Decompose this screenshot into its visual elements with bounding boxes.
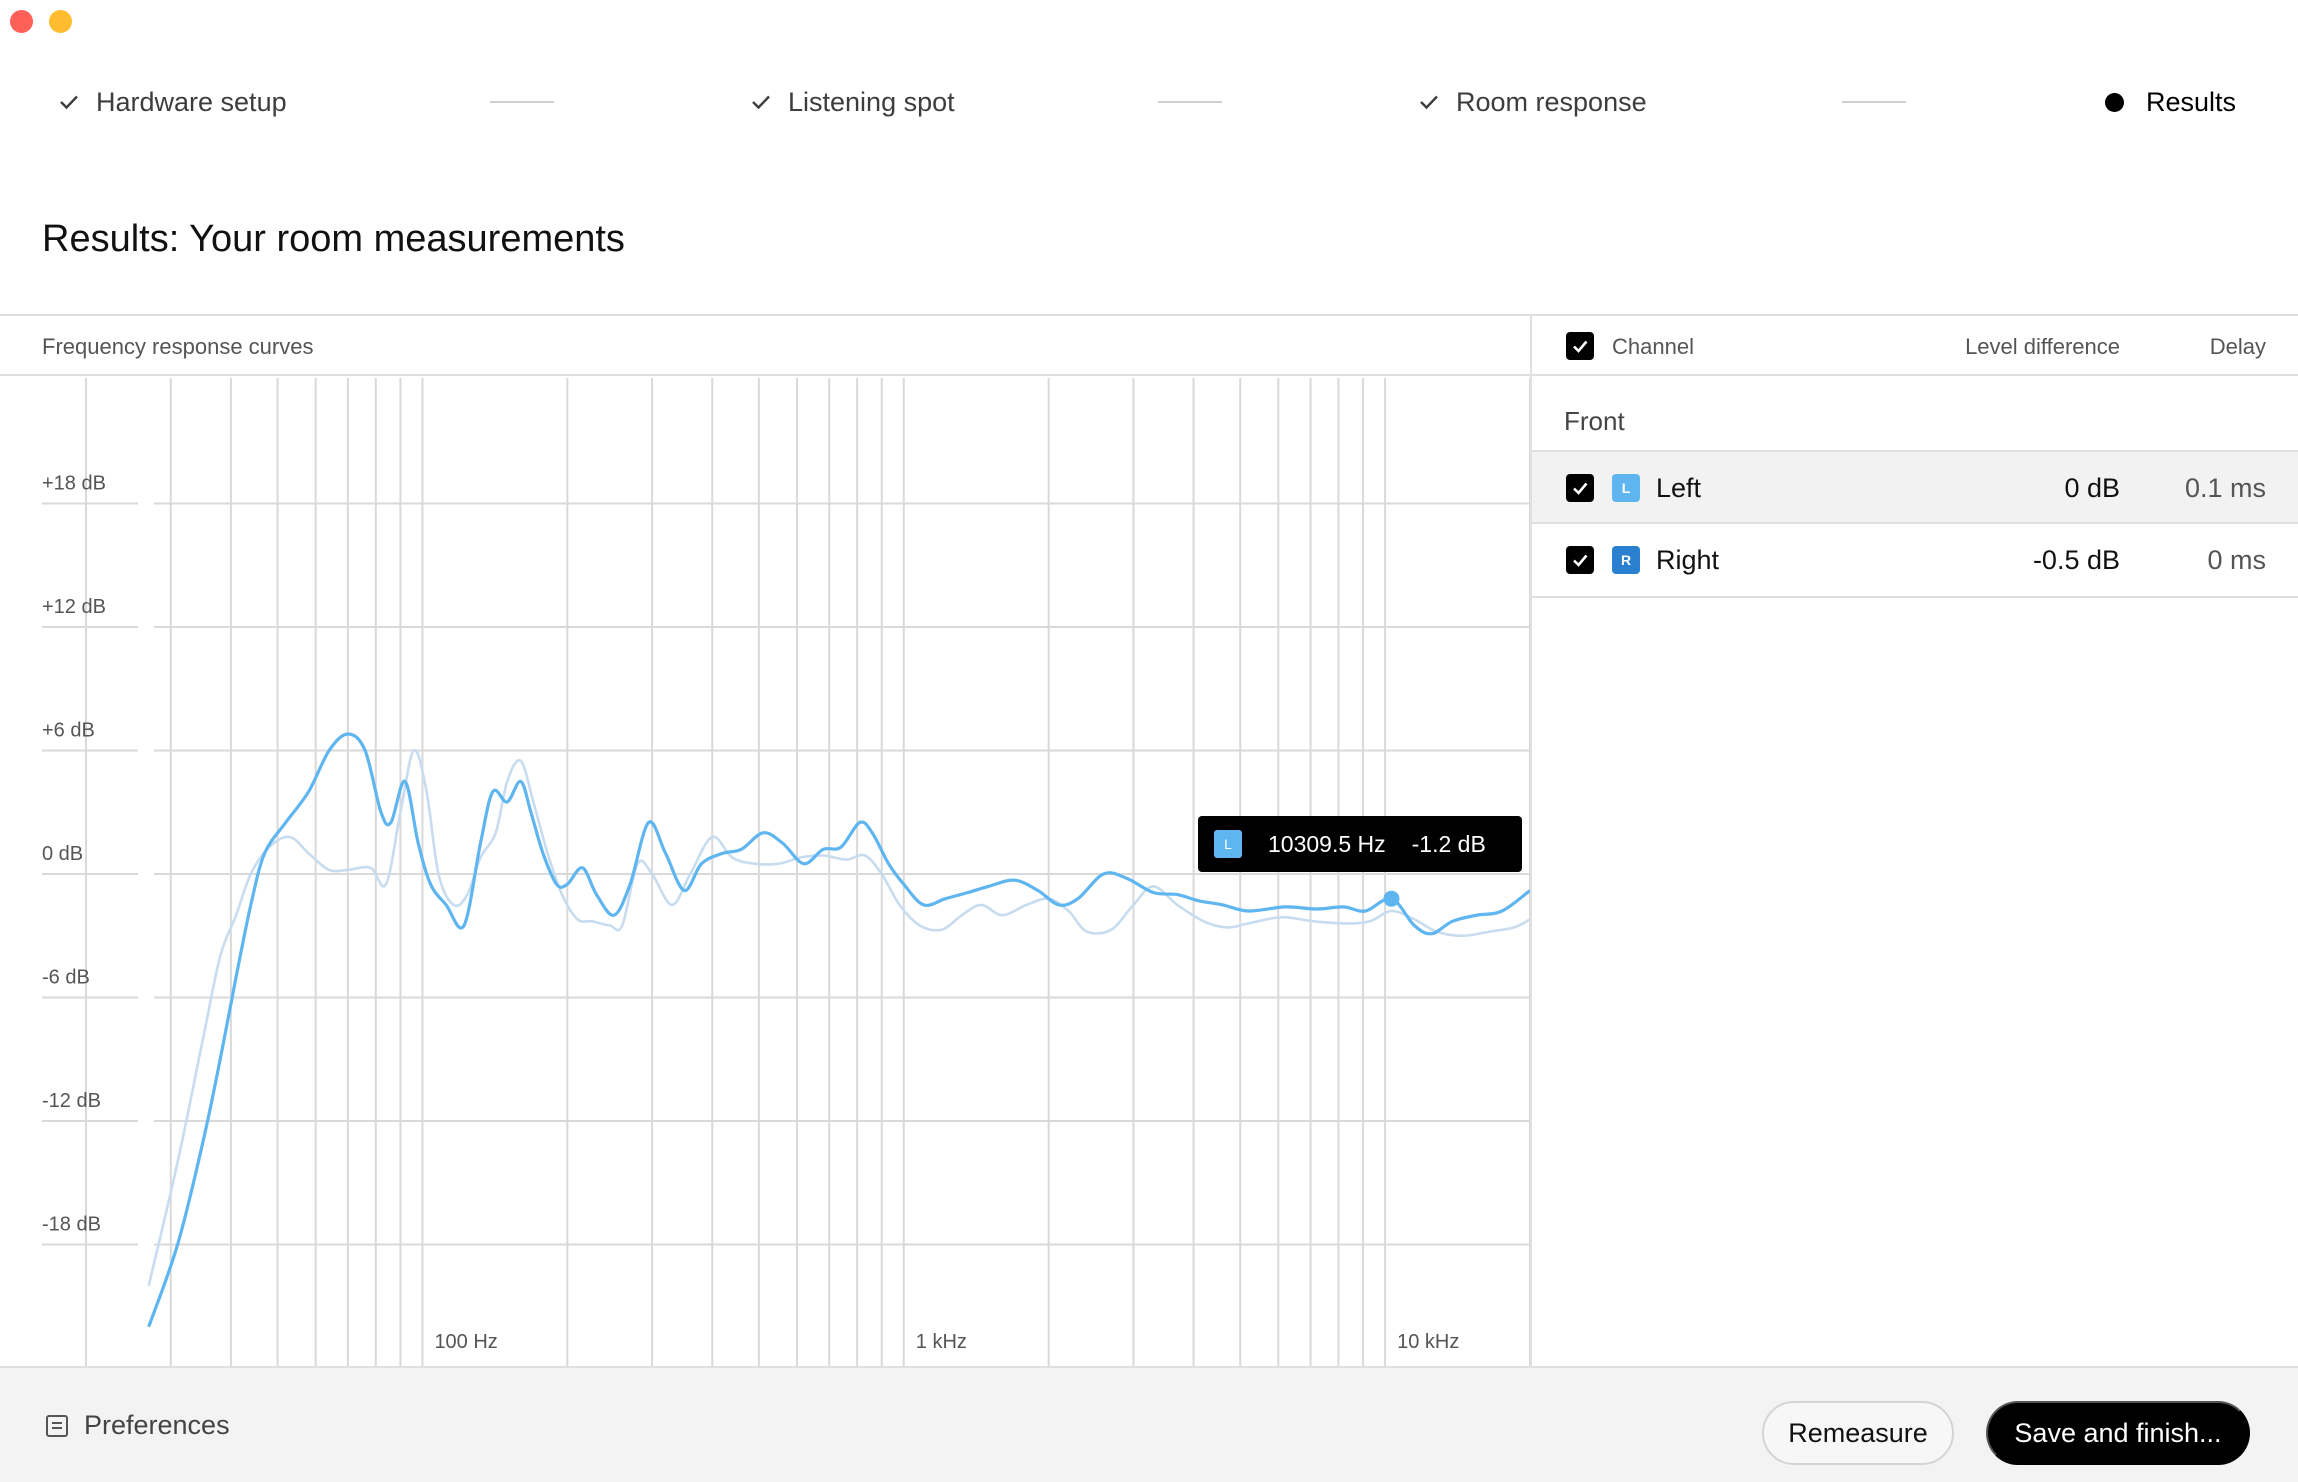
y-tick-label: +12 dB <box>42 596 106 618</box>
save-and-finish-button[interactable]: Save and finish... <box>1986 1401 2250 1465</box>
column-header-level: Level difference <box>1965 334 2120 359</box>
select-all-checkbox[interactable] <box>1566 332 1594 360</box>
x-tick-label: 1 kHz <box>916 1331 967 1353</box>
channel-delay: 0 ms <box>2207 545 2266 575</box>
channel-name: Right <box>1656 545 1720 575</box>
step-label: Room response <box>1456 86 1647 117</box>
step-label: Hardware setup <box>96 86 287 117</box>
close-window-button[interactable] <box>10 10 33 33</box>
remeasure-button[interactable]: Remeasure <box>1762 1401 1954 1465</box>
footer-bar: Preferences Remeasure Save and finish... <box>0 1366 2298 1482</box>
step-listening-spot: Listening spot <box>748 78 955 126</box>
bullet-icon <box>2105 92 2124 112</box>
group-label-front: Front <box>1564 406 1625 436</box>
check-icon <box>60 95 78 110</box>
y-tick-label: 0 dB <box>42 843 83 865</box>
channel-row-left[interactable]: L Left 0 dB 0.1 ms <box>1532 450 2298 524</box>
window-controls <box>10 10 72 33</box>
checkmark-icon <box>1573 340 1588 353</box>
tooltip-level: -1.2 dB <box>1411 830 1486 857</box>
channels-panel: Channel Level difference Delay Front L L… <box>1532 316 2298 1366</box>
preferences-label: Preferences <box>84 1410 230 1440</box>
x-tick-label: 100 Hz <box>434 1331 497 1353</box>
step-room-response: Room response <box>1416 78 1647 126</box>
channel-badge: L <box>1612 474 1640 502</box>
progress-stepper: Hardware setup Listening spot Room respo… <box>0 78 2298 126</box>
step-results: Results <box>2105 78 2236 126</box>
y-tick-label: +6 dB <box>42 720 95 742</box>
table-header: Channel Level difference Delay <box>1532 316 2298 376</box>
minimize-window-button[interactable] <box>49 10 72 33</box>
step-label: Results <box>2146 86 2237 117</box>
checkmark-icon <box>1573 554 1588 567</box>
channel-checkbox[interactable] <box>1566 546 1594 574</box>
page-title: Results: Your room measurements <box>42 218 625 260</box>
chart-tooltip: L 10309.5 Hz -1.2 dB <box>1198 816 1522 872</box>
preferences-button[interactable]: Preferences <box>44 1410 230 1441</box>
channel-checkbox[interactable] <box>1566 474 1594 502</box>
tooltip-channel-badge: L <box>1214 830 1242 858</box>
tooltip-frequency: 10309.5 Hz <box>1268 830 1386 857</box>
channel-level: -0.5 dB <box>2032 545 2120 575</box>
document-icon <box>46 1414 68 1437</box>
check-icon <box>1420 95 1438 110</box>
step-connector <box>1158 101 1222 103</box>
y-tick-label: -6 dB <box>42 967 90 989</box>
column-header-delay: Delay <box>2209 334 2266 359</box>
channel-delay: 0.1 ms <box>2184 473 2266 503</box>
y-tick-label: -12 dB <box>42 1090 101 1112</box>
x-tick-label: 10 kHz <box>1397 1331 1459 1353</box>
step-label: Listening spot <box>788 86 955 117</box>
column-header-channel: Channel <box>1612 334 1694 359</box>
step-connector <box>490 101 554 103</box>
check-icon <box>752 95 770 110</box>
hover-point <box>1383 890 1400 907</box>
step-connector <box>1842 101 1906 103</box>
y-tick-label: +18 dB <box>42 473 106 495</box>
channel-name: Left <box>1656 473 1702 503</box>
channel-badge: R <box>1612 546 1640 574</box>
y-tick-label: -18 dB <box>42 1214 101 1236</box>
step-hardware-setup: Hardware setup <box>56 78 287 126</box>
channel-row-right[interactable]: R Right -0.5 dB 0 ms <box>1532 524 2298 598</box>
channel-level: 0 dB <box>2064 473 2120 503</box>
checkmark-icon <box>1573 482 1588 495</box>
